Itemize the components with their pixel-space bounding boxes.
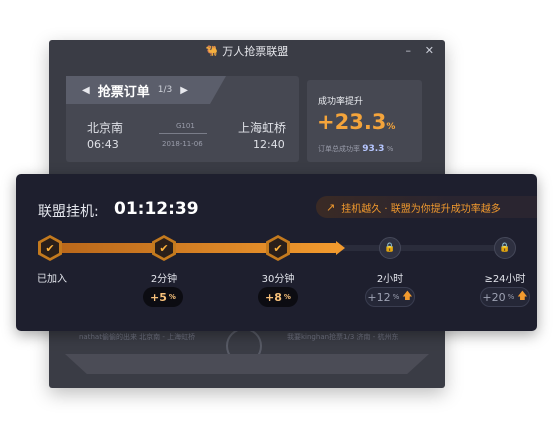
step-node-30min: ✔ <box>266 235 290 261</box>
next-order-button[interactable]: ▶ <box>180 85 188 96</box>
step-label-joined: 已加入 <box>37 274 67 285</box>
arrow-up-icon: 🡅 <box>402 290 413 302</box>
minimize-button[interactable]: – <box>406 44 412 57</box>
lock-icon: 🔒 <box>379 237 401 259</box>
hangup-label: 联盟挂机: <box>38 204 99 220</box>
check-icon: ✔ <box>155 238 173 258</box>
from-station: 北京南 <box>87 121 124 135</box>
step-node-2h: 🔒 <box>378 235 402 261</box>
bottom-plate <box>65 354 429 374</box>
route-line <box>159 133 207 134</box>
step-node-24h: 🔒 <box>493 235 517 261</box>
bonus-badge-24h: +20% 🡅 <box>480 287 530 307</box>
hangup-tip-badge: ↗ 挂机越久 · 联盟为你提升成功率越多 <box>316 196 537 218</box>
window-title: 万人抢票联盟 <box>222 45 289 58</box>
progress-head-icon <box>336 241 345 255</box>
hangup-panel: 联盟挂机: 01:12:39 ↗ 挂机越久 · 联盟为你提升成功率越多 ✔ ✔ … <box>16 174 537 331</box>
lock-icon: 🔒 <box>494 237 516 259</box>
order-tab: ◀ 抢票订单 1/3 ▶ <box>66 76 226 104</box>
camel-logo-icon: 🐫 <box>205 45 219 57</box>
arrive-time: 12:40 <box>253 138 285 151</box>
check-icon: ✔ <box>269 238 287 258</box>
arrow-up-icon: 🡅 <box>517 290 528 302</box>
travel-date: 2018-11-06 <box>162 140 203 148</box>
hangup-tip-text: 挂机越久 · 联盟为你提升成功率越多 <box>341 203 501 215</box>
bonus-badge-30min: +8% <box>258 287 298 307</box>
order-page: 1/3 <box>157 85 173 95</box>
close-button[interactable]: ✕ <box>425 44 434 57</box>
check-icon: ✔ <box>41 238 59 258</box>
background-row-2: 我要kinghan抢票1/3 济南 - 杭州东 <box>287 333 399 341</box>
background-row-1: nathat偷偷的出来 北京南 - 上海虹桥 <box>79 333 196 341</box>
progress-fill <box>51 243 338 253</box>
hangup-timer: 01:12:39 <box>114 199 199 219</box>
step-label-2min: 2分钟 <box>150 274 178 285</box>
overall-success-rate: 订单总成功率 93.3 % <box>318 144 394 154</box>
to-station: 上海虹桥 <box>238 121 287 135</box>
success-rate-title: 成功率提升 <box>318 97 364 107</box>
trend-up-icon: ↗ <box>326 200 336 214</box>
train-number: G101 <box>176 122 195 130</box>
bonus-badge-2min: +5% <box>143 287 183 307</box>
step-node-joined: ✔ <box>38 235 62 261</box>
step-label-30min: 30分钟 <box>261 274 295 285</box>
step-node-2min: ✔ <box>152 235 176 261</box>
depart-time: 06:43 <box>87 138 119 151</box>
bonus-badge-2h: +12% 🡅 <box>365 287 415 307</box>
success-rate-value: +23.3% <box>317 110 396 134</box>
success-rate-card: 成功率提升 +23.3% 订单总成功率 93.3 % <box>307 80 422 162</box>
order-title: 抢票订单 <box>97 84 150 100</box>
step-label-2h: 2小时 <box>376 274 404 285</box>
title-bar: 🐫 万人抢票联盟 <box>49 40 445 62</box>
step-label-24h: ≥24小时 <box>484 274 526 285</box>
prev-order-button[interactable]: ◀ <box>82 85 90 96</box>
